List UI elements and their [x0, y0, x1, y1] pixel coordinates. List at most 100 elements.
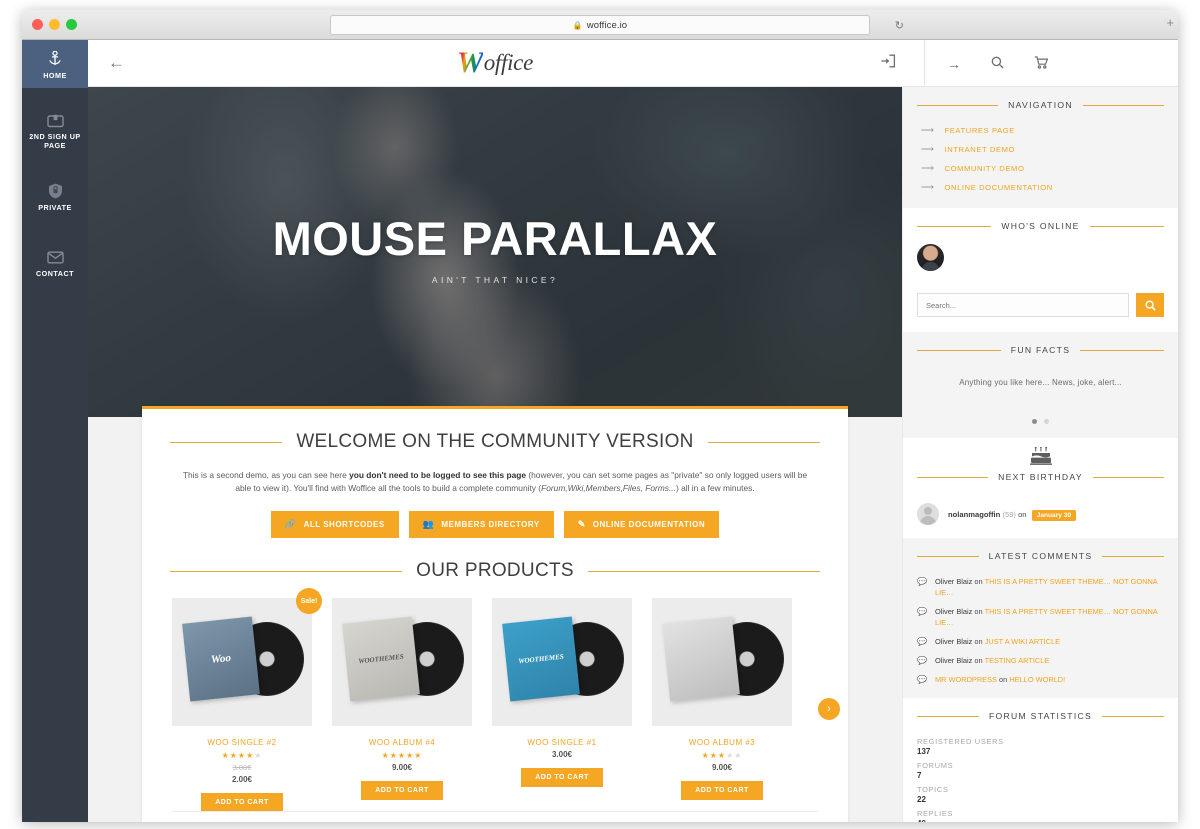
product-name[interactable]: WOO ALBUM #4: [332, 738, 472, 747]
divider: [1102, 555, 1165, 557]
comment-post-link[interactable]: TESTING ARTICLE: [985, 656, 1050, 665]
arrow-right-icon[interactable]: →: [947, 56, 961, 72]
carousel-dots[interactable]: [917, 387, 1164, 438]
button-label: MEMBERS DIRECTORY: [441, 520, 540, 529]
navigation-widget: NAVIGATION ⟶ FEATURES PAGE ⟶ INTRANET DE…: [903, 87, 1178, 208]
carousel-dot[interactable]: [1032, 419, 1037, 424]
comment-icon: 💬: [917, 656, 927, 665]
members-directory-button[interactable]: 👥 MEMBERS DIRECTORY: [408, 511, 554, 538]
add-to-cart-button[interactable]: ADD TO CART: [361, 781, 443, 800]
comment-text: Oliver Blaiz on THIS IS A PRETTY SWEET T…: [935, 576, 1164, 598]
signup-icon: [46, 112, 64, 129]
content-card: WELCOME ON THE COMMUNITY VERSION This is…: [142, 406, 848, 822]
sidebar-item-home[interactable]: HOME: [22, 40, 88, 88]
divider: [170, 570, 403, 572]
comment-item[interactable]: 💬 MR WORDPRESS on HELLO WORLD!: [917, 670, 1164, 689]
latest-comments-widget: LATEST COMMENTS 💬 Oliver Blaiz on THIS I…: [903, 538, 1178, 698]
product-name[interactable]: WOO SINGLE #1: [492, 738, 632, 747]
fun-facts-widget: FUN FACTS Anything you like here... News…: [903, 332, 1178, 438]
nav-link-features-page[interactable]: ⟶ FEATURES PAGE: [917, 121, 1164, 140]
album-sleeve: WOOTHEMES: [502, 616, 580, 702]
product-image: Woo: [172, 598, 312, 726]
fun-facts-text: Anything you like here... News, joke, al…: [959, 378, 1122, 387]
arrow-right-icon: ⟶: [921, 182, 935, 192]
search-submit-button[interactable]: [1136, 293, 1164, 317]
birthday-date-badge: January 30: [1031, 509, 1077, 521]
comment-text: MR WORDPRESS on HELLO WORLD!: [935, 674, 1065, 685]
add-to-cart-button[interactable]: ADD TO CART: [201, 793, 283, 812]
comment-author[interactable]: MR WORDPRESS: [935, 675, 997, 684]
nav-link-community-demo[interactable]: ⟶ COMMUNITY DEMO: [917, 159, 1164, 178]
arrow-right-icon: ⟶: [921, 144, 935, 154]
plus-icon[interactable]: +: [1166, 16, 1174, 29]
comment-icon: 💬: [917, 637, 927, 646]
sidebar-item-contact[interactable]: CONTACT: [22, 238, 88, 286]
button-label: ONLINE DOCUMENTATION: [592, 520, 706, 529]
comment-item[interactable]: 💬 Oliver Blaiz on JUST A WIKI ARTICLE: [917, 632, 1164, 651]
add-to-cart-button[interactable]: ADD TO CART: [521, 768, 603, 787]
divider: [1080, 349, 1165, 351]
comment-text: Oliver Blaiz on THIS IS A PRETTY SWEET T…: [935, 606, 1164, 628]
divider: [170, 441, 283, 443]
avatar[interactable]: [917, 244, 944, 271]
arrow-right-icon: ⟶: [921, 125, 935, 135]
page-title: WELCOME ON THE COMMUNITY VERSION: [296, 431, 694, 452]
search-icon[interactable]: [991, 56, 1004, 72]
avatar[interactable]: [917, 503, 939, 525]
reload-icon[interactable]: ↻: [895, 19, 904, 32]
product-name[interactable]: WOO SINGLE #2: [172, 738, 312, 747]
comment-author: Oliver Blaiz: [934, 577, 973, 586]
content-area: WELCOME ON THE COMMUNITY VERSION This is…: [88, 406, 902, 822]
sidebar-item-private[interactable]: PRIVATE: [22, 172, 88, 220]
comment-post-link[interactable]: HELLO WORLD!: [1009, 675, 1065, 684]
birthday-username[interactable]: nolanmagoffin: [948, 510, 1000, 519]
comment-text: Oliver Blaiz on TESTING ARTICLE: [935, 655, 1049, 666]
comment-item[interactable]: 💬 Oliver Blaiz on THIS IS A PRETTY SWEET…: [917, 602, 1164, 632]
divider: [707, 441, 820, 443]
pencil-icon: ✎: [577, 519, 586, 529]
nav-link-online-documentation[interactable]: ⟶ ONLINE DOCUMENTATION: [917, 178, 1164, 197]
page-viewport: HOME 2ND SIGN UP PAGE PRIVATE CONTACT ← …: [22, 40, 1178, 822]
window-controls[interactable]: [32, 19, 77, 30]
carousel-dot[interactable]: [1044, 419, 1049, 424]
chevron-right-icon[interactable]: ›: [818, 698, 840, 720]
address-bar[interactable]: 🔒 woffice.io: [330, 15, 870, 35]
welcome-text-italic: Forum,Wiki,Members,Files, Forms...: [541, 483, 676, 493]
sidebar-item-2nd-sign-up-page[interactable]: 2ND SIGN UP PAGE: [22, 106, 88, 154]
product-image: [652, 598, 792, 726]
divider: [1082, 104, 1165, 106]
product-card[interactable]: WOOTHEMES WOO ALBUM #4 ★★★★★ 9.00€ ADD T…: [332, 598, 472, 812]
hero-content: MOUSE PARALLAX AIN'T THAT NICE?: [88, 215, 902, 285]
product-card[interactable]: Sale! Woo WOO SINGLE #2 ★★★★★ 3.00€ 2.00…: [172, 588, 322, 812]
login-icon[interactable]: [880, 54, 896, 72]
minimize-window-button[interactable]: [49, 19, 60, 30]
comment-item[interactable]: 💬 Oliver Blaiz on TESTING ARTICLE: [917, 651, 1164, 670]
url-text: woffice.io: [586, 19, 628, 31]
comment-icon: 💬: [917, 607, 927, 616]
nav-link-intranet-demo[interactable]: ⟶ INTRANET DEMO: [917, 140, 1164, 159]
products-carousel: Sale! Woo WOO SINGLE #2 ★★★★★ 3.00€ 2.00…: [172, 588, 840, 812]
search-form: [903, 285, 1178, 332]
nav-link-label: INTRANET DEMO: [944, 145, 1016, 154]
search-input[interactable]: [917, 293, 1129, 317]
product-card[interactable]: WOOTHEMES WOO SINGLE #1 3.00€ ADD TO CAR…: [492, 598, 632, 812]
widget-title: LATEST COMMENTS: [988, 551, 1093, 561]
cart-icon[interactable]: [1034, 55, 1049, 72]
close-window-button[interactable]: [32, 19, 43, 30]
online-documentation-button[interactable]: ✎ ONLINE DOCUMENTATION: [563, 511, 720, 538]
widget-title: NEXT BIRTHDAY: [998, 472, 1083, 482]
add-to-cart-button[interactable]: ADD TO CART: [681, 781, 763, 800]
comment-post-link[interactable]: JUST A WIKI ARTICLE: [985, 637, 1060, 646]
comment-item[interactable]: 💬 Oliver Blaiz on THIS IS A PRETTY SWEET…: [917, 572, 1164, 602]
birthday-on-label: on: [1018, 509, 1027, 519]
widget-header: FORUM STATISTICS: [917, 698, 1165, 732]
maximize-window-button[interactable]: [66, 19, 77, 30]
back-arrow-icon[interactable]: ←: [108, 53, 125, 73]
product-name[interactable]: WOO ALBUM #3: [652, 738, 792, 747]
all-shortcodes-button[interactable]: 🔗 ALL SHORTCODES: [270, 511, 399, 538]
product-card[interactable]: WOO ALBUM #3 ★★★★★ 9.00€ ADD TO CART: [652, 598, 792, 812]
forum-statistics-widget: FORUM STATISTICS REGISTERED USERS 137 FO…: [903, 698, 1178, 822]
hero-title: MOUSE PARALLAX: [272, 212, 718, 265]
anchor-icon: [48, 51, 62, 68]
